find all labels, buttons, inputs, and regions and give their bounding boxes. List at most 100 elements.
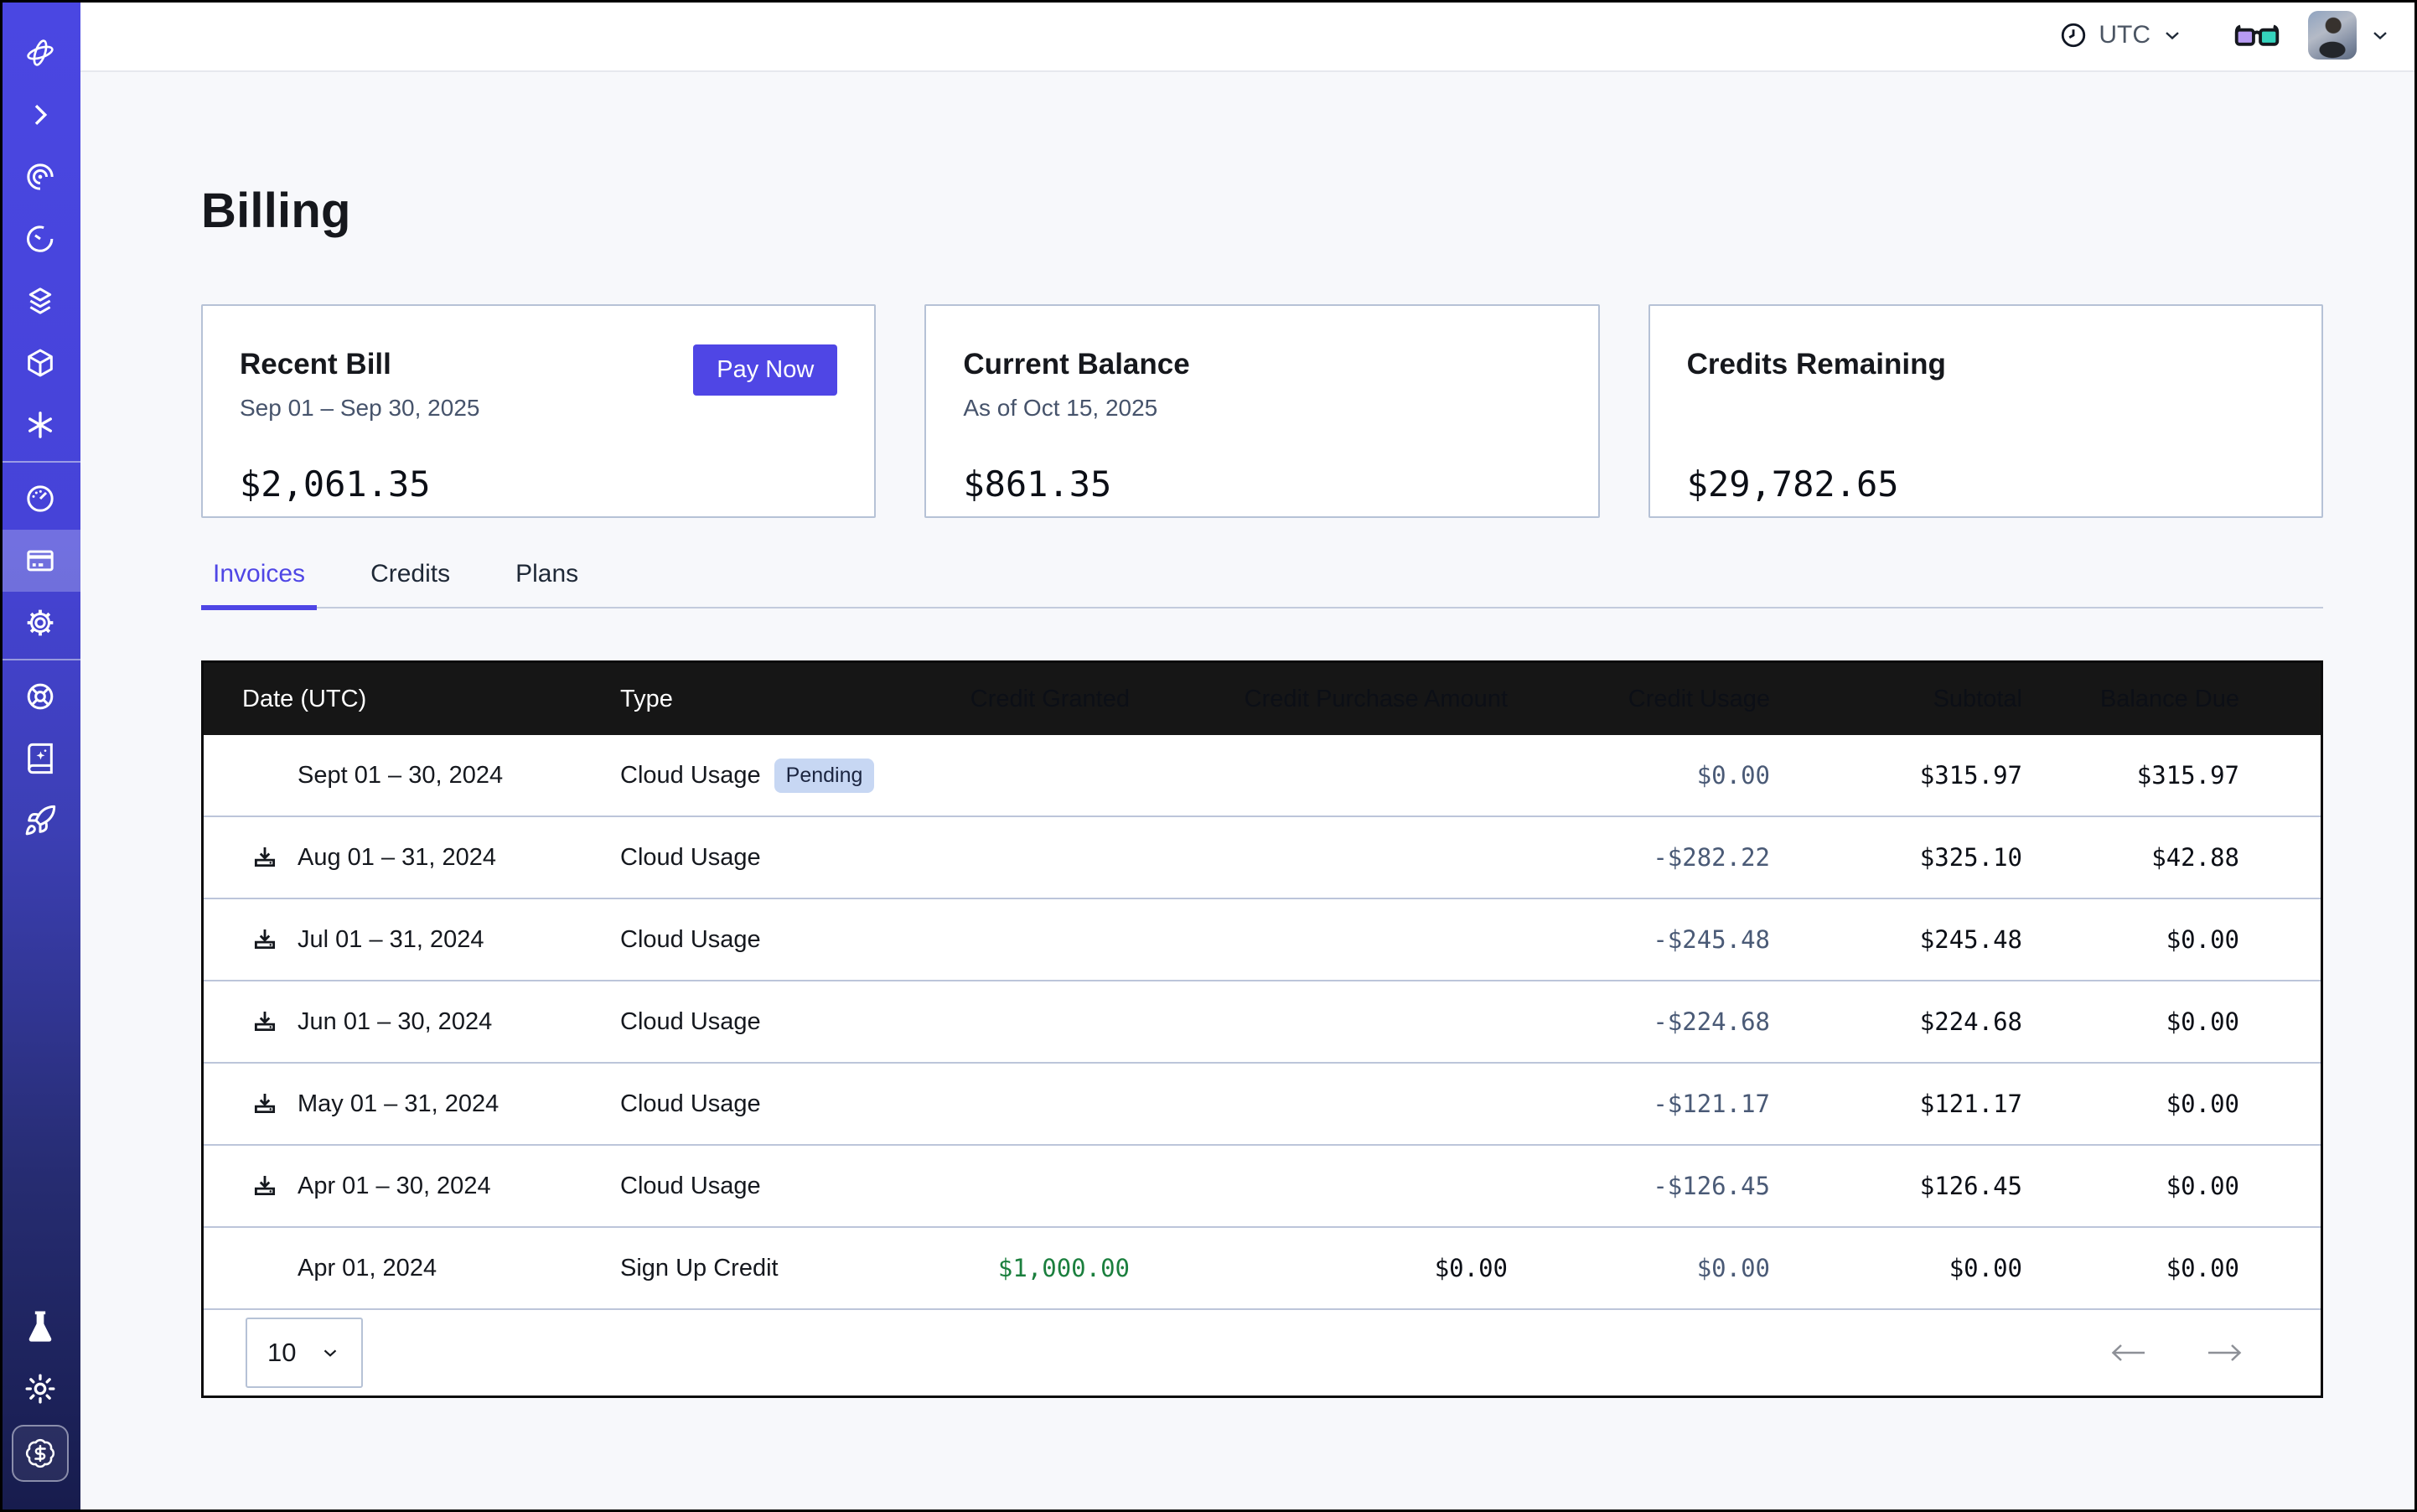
rocket-icon xyxy=(23,804,57,837)
download-icon xyxy=(251,1172,279,1200)
sidebar xyxy=(0,0,80,1512)
card-title: Credits Remaining xyxy=(1687,348,2285,381)
invoice-date: Jun 01 – 30, 2024 xyxy=(298,1008,492,1036)
invoice-date: Apr 01 – 30, 2024 xyxy=(298,1173,491,1200)
sidebar-item-docs[interactable] xyxy=(0,728,80,790)
card-subtitle xyxy=(1687,395,2285,425)
avatar[interactable] xyxy=(2308,11,2357,60)
credit-usage: -$245.48 xyxy=(1508,925,1770,954)
credit-usage: -$126.45 xyxy=(1508,1172,1770,1200)
previous-page-button[interactable] xyxy=(2108,1340,2146,1365)
subtotal: $121.17 xyxy=(1770,1090,2022,1118)
chevron-right-icon xyxy=(23,98,57,132)
sidebar-item-history[interactable] xyxy=(0,208,80,270)
card-subtitle: Sep 01 – Sep 30, 2025 xyxy=(240,395,837,425)
sidebar-item-getting-started[interactable] xyxy=(0,790,80,852)
cube-icon xyxy=(23,346,57,380)
timezone-selector[interactable]: UTC xyxy=(2058,20,2184,50)
page-size-select[interactable]: 10 xyxy=(246,1318,363,1388)
credit-usage: -$224.68 xyxy=(1508,1007,1770,1036)
balance-due: $0.00 xyxy=(2022,1172,2321,1200)
chevron-down-icon xyxy=(319,1342,341,1364)
tab-invoices[interactable]: Invoices xyxy=(201,560,317,608)
table-row: Jun 01 – 30, 2024 Cloud Usage -$224.68 $… xyxy=(204,980,2321,1062)
credits-reward-button[interactable] xyxy=(12,1425,69,1482)
subtotal: $126.45 xyxy=(1770,1172,2022,1200)
recent-bill-amount: $2,061.35 xyxy=(240,463,837,505)
download-invoice-button[interactable] xyxy=(251,925,279,954)
table-row: Sept 01 – 30, 2024 Cloud Usage Pending $0… xyxy=(204,735,2321,816)
download-invoice-button[interactable] xyxy=(251,1172,279,1200)
sidebar-item-support[interactable] xyxy=(0,665,80,728)
sidebar-item-usage[interactable] xyxy=(0,468,80,530)
download-invoice-button[interactable] xyxy=(251,1090,279,1118)
tab-credits[interactable]: Credits xyxy=(359,560,462,608)
table-footer: 10 xyxy=(204,1308,2321,1395)
arrow-right-icon xyxy=(2207,1340,2245,1365)
glasses-icon[interactable] xyxy=(2234,18,2280,53)
invoice-type: Cloud Usage xyxy=(620,762,761,790)
invoice-type: Cloud Usage xyxy=(620,844,761,872)
column-header-credit-usage: Credit Usage xyxy=(1508,686,1770,713)
theme-sun-icon xyxy=(23,1372,57,1406)
invoice-type: Cloud Usage xyxy=(620,1090,761,1118)
invoice-date: May 01 – 31, 2024 xyxy=(298,1090,499,1118)
topbar: UTC xyxy=(80,0,2417,72)
column-header-type: Type xyxy=(620,686,838,713)
subtotal: $224.68 xyxy=(1770,1007,2022,1036)
invoice-date: Jul 01 – 31, 2024 xyxy=(298,926,484,954)
subtotal: $0.00 xyxy=(1770,1254,2022,1282)
balance-due: $315.97 xyxy=(2022,761,2321,790)
sidebar-item-sandbox[interactable] xyxy=(0,332,80,394)
card-subtitle: As of Oct 15, 2025 xyxy=(963,395,1560,425)
invoice-type: Sign Up Credit xyxy=(620,1255,779,1282)
download-invoice-button[interactable] xyxy=(251,843,279,872)
sidebar-item-labs[interactable] xyxy=(0,1296,80,1358)
recent-bill-card: Recent Bill Sep 01 – Sep 30, 2025 $2,061… xyxy=(201,304,876,518)
next-page-button[interactable] xyxy=(2207,1340,2245,1365)
history-clock-icon xyxy=(23,222,57,256)
labs-flask-icon xyxy=(23,1310,57,1344)
table-header: Date (UTC) Type Credit Granted Credit Pu… xyxy=(204,663,2321,735)
timezone-label: UTC xyxy=(2099,21,2150,49)
sidebar-divider xyxy=(0,461,80,463)
credit-granted: $1,000.00 xyxy=(838,1254,1130,1282)
sidebar-item-focus[interactable] xyxy=(0,146,80,208)
theme-toggle[interactable] xyxy=(0,1358,80,1420)
settings-gear-icon xyxy=(23,606,57,639)
sidebar-item-logo[interactable] xyxy=(0,22,80,84)
pagination-controls xyxy=(2108,1340,2245,1365)
sidebar-item-layers[interactable] xyxy=(0,270,80,332)
balance-due: $42.88 xyxy=(2022,843,2321,872)
sidebar-item-billing[interactable] xyxy=(0,530,80,592)
invoice-date: Aug 01 – 31, 2024 xyxy=(298,844,496,872)
balance-due: $0.00 xyxy=(2022,1090,2321,1118)
asterisk-icon xyxy=(23,408,57,442)
usage-gauge-icon xyxy=(23,482,57,515)
sidebar-divider xyxy=(0,659,80,660)
subtotal: $245.48 xyxy=(1770,925,2022,954)
dollar-badge-icon xyxy=(24,1437,56,1469)
sidebar-item-settings[interactable] xyxy=(0,592,80,654)
summary-cards: Recent Bill Sep 01 – Sep 30, 2025 $2,061… xyxy=(201,304,2323,518)
tab-plans[interactable]: Plans xyxy=(504,560,590,608)
invoice-type: Cloud Usage xyxy=(620,926,761,954)
current-balance-amount: $861.35 xyxy=(963,463,1560,505)
clock-icon xyxy=(2058,20,2088,50)
user-menu-chevron-icon[interactable] xyxy=(2368,23,2392,47)
page-title: Billing xyxy=(201,183,2323,239)
column-header-balance-due: Balance Due xyxy=(2022,686,2321,713)
invoice-date: Sept 01 – 30, 2024 xyxy=(298,762,503,790)
invoice-date: Apr 01, 2024 xyxy=(298,1255,437,1282)
sidebar-collapse-button[interactable] xyxy=(0,84,80,146)
download-invoice-button[interactable] xyxy=(251,1007,279,1036)
sidebar-item-services[interactable] xyxy=(0,394,80,456)
column-header-subtotal: Subtotal xyxy=(1770,686,2022,713)
subtotal: $315.97 xyxy=(1770,761,2022,790)
ship-wheel-icon xyxy=(23,680,57,713)
table-row: Aug 01 – 31, 2024 Cloud Usage -$282.22 $… xyxy=(204,816,2321,898)
arrow-left-icon xyxy=(2108,1340,2146,1365)
credit-usage: $0.00 xyxy=(1508,761,1770,790)
status-badge: Pending xyxy=(774,759,875,793)
pay-now-button[interactable]: Pay Now xyxy=(693,344,837,396)
